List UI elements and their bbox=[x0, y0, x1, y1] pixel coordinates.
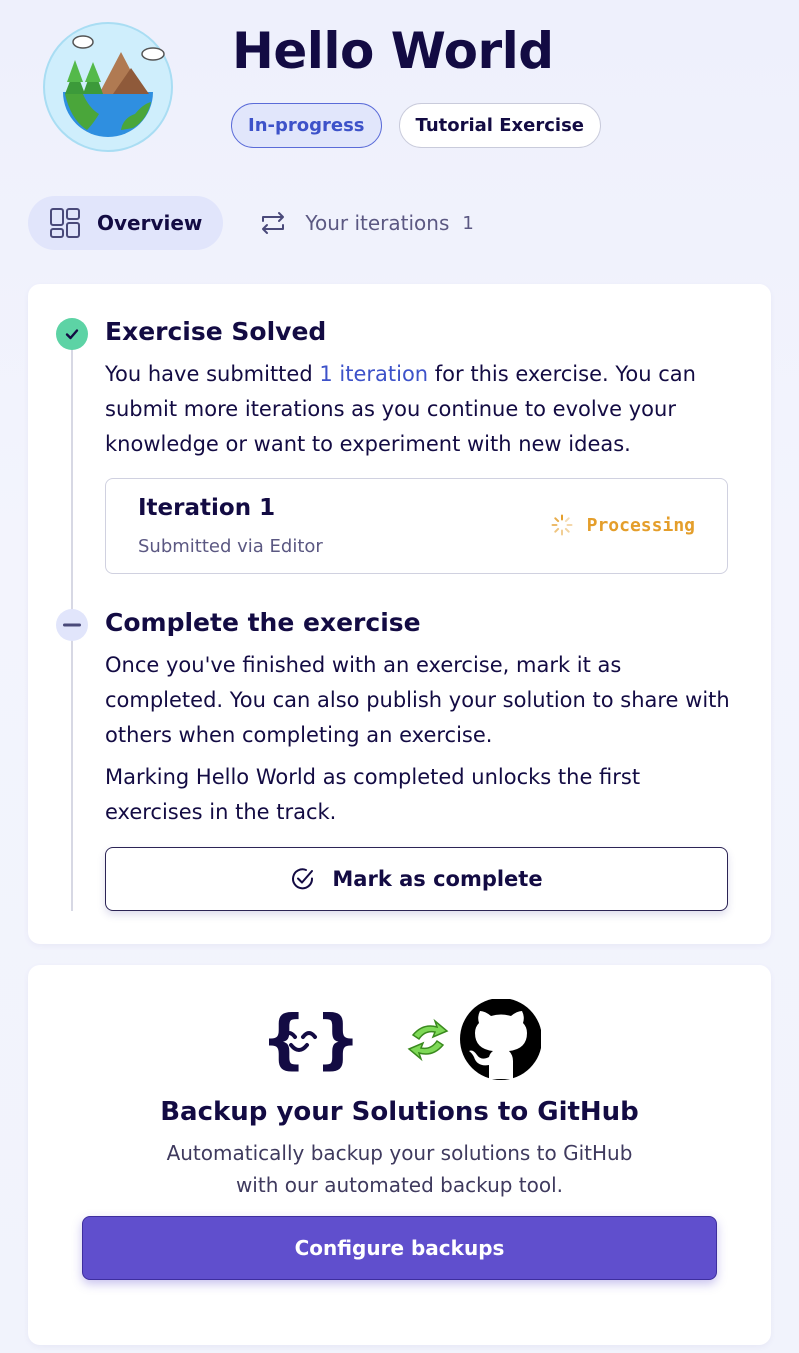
exercism-logo-icon: { } bbox=[261, 1003, 361, 1077]
mark-as-complete-button[interactable]: Mark as complete bbox=[105, 847, 728, 911]
status-badge: In-progress bbox=[231, 103, 382, 148]
svg-text:}: } bbox=[315, 1003, 361, 1077]
backup-card: { } Backup your Solutions to GitHub Auto… bbox=[28, 965, 771, 1345]
check-icon bbox=[56, 318, 88, 350]
globe-with-trees-icon bbox=[43, 22, 173, 152]
iterations-icon bbox=[262, 212, 285, 234]
sync-arrows-icon bbox=[407, 1018, 449, 1062]
iteration-card[interactable]: Iteration 1 Submitted via Editor Process… bbox=[105, 478, 728, 574]
github-logo-icon bbox=[460, 999, 541, 1080]
backup-logos: { } bbox=[261, 999, 541, 1080]
step-solved-title: Exercise Solved bbox=[105, 317, 327, 346]
tab-overview[interactable]: Overview bbox=[28, 196, 224, 250]
step-complete-text: Once you've finished with an exercise, m… bbox=[105, 653, 730, 747]
tab-iterations-label: Your iterations bbox=[305, 211, 450, 235]
iteration-subtitle: Submitted via Editor bbox=[138, 536, 323, 557]
iteration-title: Iteration 1 bbox=[138, 495, 276, 521]
mark-as-complete-label: Mark as complete bbox=[332, 867, 543, 891]
tab-overview-label: Overview bbox=[97, 211, 203, 235]
step-complete-title: Complete the exercise bbox=[105, 608, 421, 637]
iterations-count: 1 bbox=[462, 212, 474, 234]
step-complete-unlock-text: Marking Hello World as completed unlocks… bbox=[105, 765, 641, 824]
backup-title: Backup your Solutions to GitHub bbox=[160, 1097, 639, 1127]
configure-backups-button[interactable]: Configure backups bbox=[82, 1216, 717, 1280]
solved-text-before: You have submitted bbox=[105, 362, 320, 386]
processing-status: Processing bbox=[551, 514, 695, 536]
processing-label: Processing bbox=[586, 514, 695, 536]
backup-description: Automatically backup your solutions to G… bbox=[166, 1141, 633, 1197]
svg-text:{: { bbox=[261, 1003, 307, 1077]
exercise-type-badge: Tutorial Exercise bbox=[398, 103, 601, 148]
page-title: Hello World bbox=[232, 22, 554, 80]
minus-icon bbox=[56, 609, 88, 641]
iterations-link[interactable]: 1 iteration bbox=[319, 362, 428, 386]
step-solved-text: You have submitted 1 iteration for this … bbox=[105, 357, 735, 462]
spinner-icon bbox=[551, 514, 573, 536]
exercise-header: Hello World In-progress Tutorial Exercis… bbox=[0, 0, 799, 180]
check-circle-icon bbox=[292, 868, 314, 890]
progress-card: Exercise Solved You have submitted 1 ite… bbox=[28, 284, 771, 944]
tab-iterations[interactable]: Your iterations 1 bbox=[237, 196, 494, 250]
layout-grid-icon bbox=[50, 208, 80, 238]
tag-list: In-progress Tutorial Exercise bbox=[231, 103, 601, 148]
tab-bar: Overview Your iterations 1 bbox=[28, 196, 495, 250]
